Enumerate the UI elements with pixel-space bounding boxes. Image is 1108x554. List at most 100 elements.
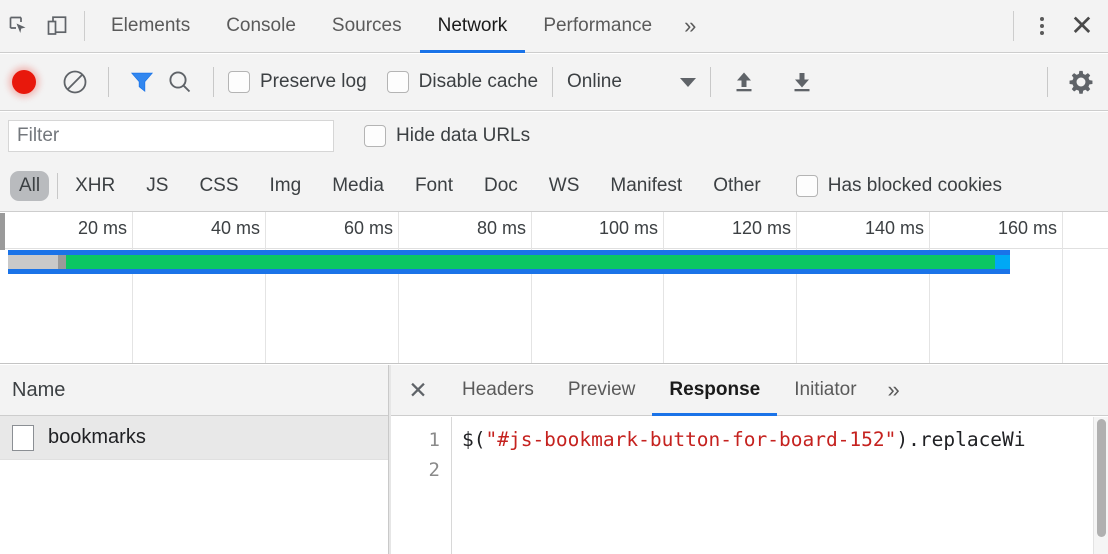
type-filter-manifest[interactable]: Manifest <box>601 171 691 201</box>
hide-data-urls-box[interactable] <box>364 125 386 147</box>
type-filter-js[interactable]: JS <box>137 171 177 201</box>
column-header-name: Name <box>12 378 66 401</box>
timeline-tick-label: 80 ms <box>476 218 526 238</box>
code-token-plain: $( <box>462 428 486 451</box>
network-toolbar: Preserve log Disable cache Online <box>0 54 1108 111</box>
detail-tab-preview[interactable]: Preview <box>551 365 653 416</box>
timeline-tick-label: 120 ms <box>731 218 791 238</box>
device-toolbar-icon[interactable] <box>38 7 76 45</box>
timeline-window-handle-left[interactable] <box>0 213 5 250</box>
type-filter-media[interactable]: Media <box>323 171 393 201</box>
document-icon <box>12 424 34 451</box>
network-overview-timeline[interactable]: 20 ms 40 ms 60 ms 80 ms 100 ms 120 ms 140 ms 16… <box>0 212 1108 364</box>
devtools-window: Elements Console Sources Network Perform… <box>0 0 1108 554</box>
network-bottom-pane: Name bookmarks ✕ Headers Preview Respons… <box>0 365 1108 554</box>
toolbar-divider-2 <box>213 67 214 97</box>
tabbar-divider <box>84 11 85 41</box>
disable-cache-checkbox[interactable]: Disable cache <box>386 71 539 93</box>
tabbar-right-divider <box>1013 11 1014 41</box>
code-token-plain: ).replaceWi <box>896 428 1026 451</box>
tab-sources-label: Sources <box>331 15 402 36</box>
close-detail-icon[interactable]: ✕ <box>391 365 445 416</box>
type-filter-ws[interactable]: WS <box>540 171 589 201</box>
timeline-tick-label: 40 ms <box>210 218 260 238</box>
request-timing-bar[interactable] <box>8 250 1010 274</box>
line-number: 1 <box>428 429 440 451</box>
timing-segment-content-download <box>995 255 1010 269</box>
type-filter-css[interactable]: CSS <box>190 171 247 201</box>
table-row[interactable]: bookmarks <box>0 416 388 460</box>
tab-performance[interactable]: Performance <box>525 0 670 53</box>
clear-icon[interactable] <box>56 63 94 101</box>
tab-elements[interactable]: Elements <box>93 0 208 53</box>
toolbar-divider-3 <box>552 67 554 97</box>
tab-network-label: Network <box>437 15 508 36</box>
network-toolbar-right <box>1033 63 1108 101</box>
timeline-tick: 120 ms <box>732 212 797 363</box>
filter-input[interactable] <box>8 120 334 152</box>
timeline-tick: 60 ms <box>344 212 399 363</box>
gear-icon[interactable] <box>1062 63 1100 101</box>
timeline-tick: 100 ms <box>599 212 664 363</box>
request-timing-segments <box>8 255 1010 269</box>
timeline-tick-label: 20 ms <box>77 218 127 238</box>
toolbar-divider-5 <box>1047 67 1048 97</box>
hide-data-urls-checkbox[interactable]: Hide data URLs <box>364 125 530 147</box>
inspect-element-icon[interactable] <box>0 7 38 45</box>
filter-row: Hide data URLs <box>0 112 1108 160</box>
timing-segment-queueing <box>8 255 58 269</box>
throttling-select[interactable]: Online <box>567 71 696 93</box>
export-har-icon[interactable] <box>783 63 821 101</box>
hide-data-urls-label: Hide data URLs <box>396 125 531 146</box>
tab-sources[interactable]: Sources <box>314 0 420 53</box>
disable-cache-box[interactable] <box>386 71 409 93</box>
response-body-code[interactable]: $("#js-bookmark-button-for-board-152").r… <box>452 417 1108 554</box>
request-list-header[interactable]: Name <box>0 365 388 416</box>
tab-network[interactable]: Network <box>419 0 526 53</box>
more-tabs-chevron-icon[interactable]: » <box>670 0 710 53</box>
close-devtools-icon[interactable]: ✕ <box>1062 6 1102 46</box>
request-detail-tabbar: ✕ Headers Preview Response Initiator » <box>391 365 1108 416</box>
toolbar-divider-1 <box>108 67 109 97</box>
timing-segment-waiting <box>66 255 995 269</box>
detail-tab-initiator[interactable]: Initiator <box>777 365 873 416</box>
type-filter-font[interactable]: Font <box>406 171 462 201</box>
type-filter-doc[interactable]: Doc <box>475 171 527 201</box>
detail-tab-response[interactable]: Response <box>652 365 778 416</box>
timeline-tick: 80 ms <box>477 212 532 363</box>
line-number: 2 <box>428 459 440 481</box>
toolbar-divider-4 <box>709 67 711 97</box>
type-filter-xhr[interactable]: XHR <box>66 171 124 201</box>
disable-cache-label: Disable cache <box>418 71 539 92</box>
filter-icon[interactable] <box>123 63 161 101</box>
code-line: $("#js-bookmark-button-for-board-152").r… <box>462 425 1108 455</box>
has-blocked-cookies-checkbox[interactable]: Has blocked cookies <box>795 174 1002 197</box>
has-blocked-cookies-box[interactable] <box>795 174 818 197</box>
has-blocked-cookies-label: Has blocked cookies <box>827 174 1002 196</box>
record-button[interactable] <box>12 70 36 94</box>
kebab-menu-icon[interactable] <box>1022 6 1062 46</box>
devtools-main-tabbar: Elements Console Sources Network Perform… <box>0 0 1108 53</box>
timeline-tick: 140 ms <box>865 212 930 363</box>
response-vertical-scrollbar[interactable] <box>1093 417 1108 554</box>
timeline-tick-label: 140 ms <box>864 218 924 238</box>
timeline-ruler <box>0 212 1108 249</box>
preserve-log-checkbox[interactable]: Preserve log <box>228 71 367 93</box>
response-code-viewer[interactable]: 1 2 $("#js-bookmark-button-for-board-152"… <box>391 417 1108 554</box>
timeline-tick: 40 ms <box>211 212 266 363</box>
timeline-tick: 160 ms <box>998 212 1063 363</box>
scrollbar-thumb[interactable] <box>1097 419 1106 537</box>
tab-console[interactable]: Console <box>208 0 314 53</box>
type-filter-all[interactable]: All <box>10 170 50 201</box>
type-filter-other[interactable]: Other <box>704 171 770 201</box>
detail-more-tabs-chevron-icon[interactable]: » <box>874 365 914 416</box>
code-token-string: "#js-bookmark-button-for-board-152" <box>485 428 897 451</box>
preserve-log-box[interactable] <box>228 71 250 93</box>
timeline-tick-label: 100 ms <box>598 218 658 238</box>
detail-tab-headers[interactable]: Headers <box>445 365 551 416</box>
type-filter-img[interactable]: Img <box>261 171 311 201</box>
resource-type-filter-row: All XHR JS CSS Img Media Font Doc WS Man… <box>0 160 1108 212</box>
import-har-icon[interactable] <box>725 63 763 101</box>
search-icon[interactable] <box>161 63 199 101</box>
